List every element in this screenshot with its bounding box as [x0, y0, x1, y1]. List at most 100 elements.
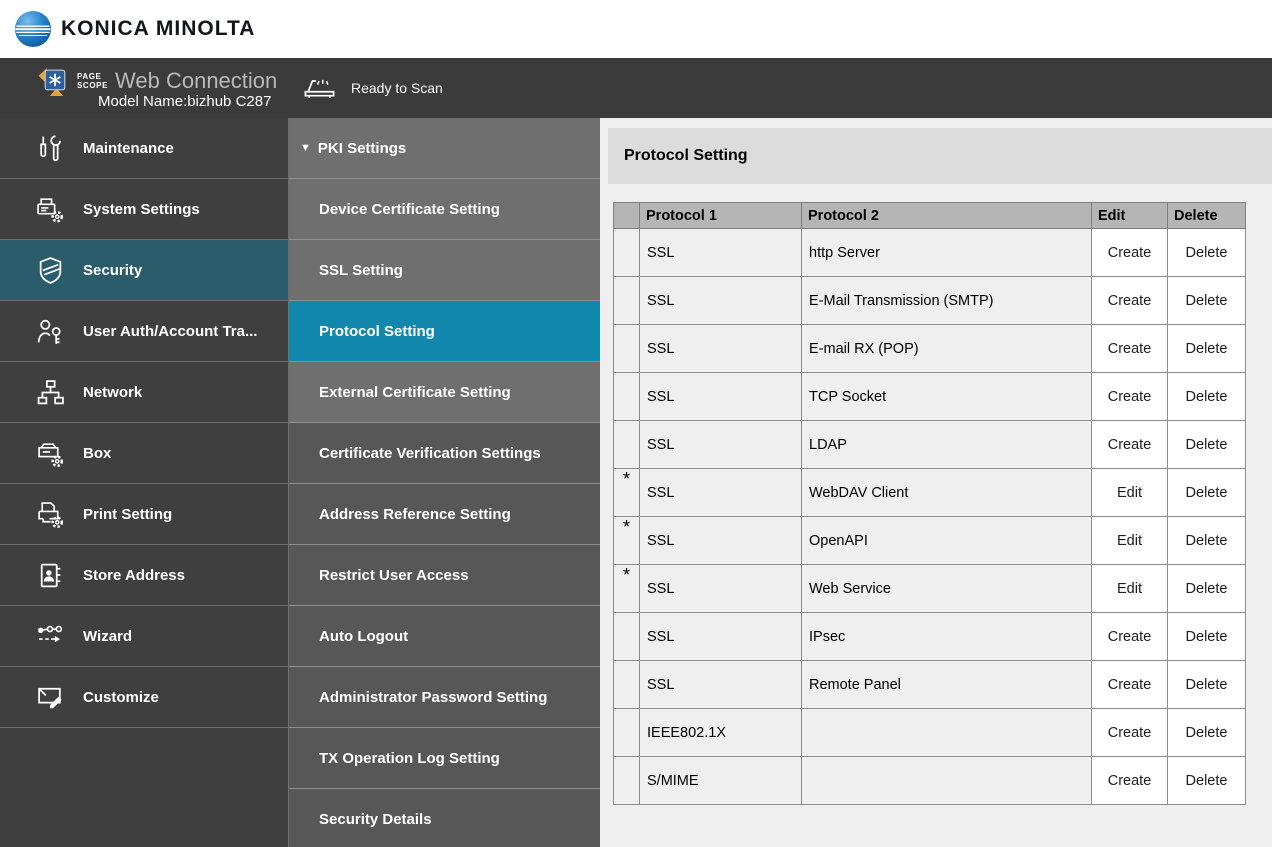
- sidebar-item-label: Print Setting: [83, 506, 172, 523]
- protocol2-cell: IPsec: [802, 613, 1092, 661]
- note-asterisk: [614, 229, 640, 277]
- sidebar: Maintenance System Settings SecurityUser A…: [0, 118, 288, 847]
- protocol2-cell: E-Mail Transmission (SMTP): [802, 277, 1092, 325]
- table-row: *SSLWebDAV ClientEditDelete: [614, 469, 1246, 517]
- submenu-item-certificate-verification-settings[interactable]: Certificate Verification Settings: [289, 423, 600, 484]
- note-asterisk: *: [614, 565, 640, 613]
- note-asterisk: [614, 277, 640, 325]
- delete-link[interactable]: Delete: [1168, 325, 1246, 373]
- wizard-steps-icon: [36, 622, 66, 651]
- create-link[interactable]: Create: [1092, 709, 1168, 757]
- submenu-item-protocol-setting[interactable]: Protocol Setting: [289, 301, 600, 362]
- customize-icon: [36, 683, 66, 712]
- address-book-icon: [36, 561, 66, 590]
- sidebar-item-label: Customize: [83, 689, 159, 706]
- sidebar-item-box[interactable]: Box: [0, 423, 288, 484]
- protocol2-cell: Web Service: [802, 565, 1092, 613]
- table-row: S/MIMECreateDelete: [614, 757, 1246, 805]
- column-header-protocol-2: Protocol 2: [802, 203, 1092, 229]
- submenu-item-auto-logout[interactable]: Auto Logout: [289, 606, 600, 667]
- note-asterisk: [614, 613, 640, 661]
- delete-link[interactable]: Delete: [1168, 373, 1246, 421]
- delete-link[interactable]: Delete: [1168, 421, 1246, 469]
- table-row: *SSLWeb ServiceEditDelete: [614, 565, 1246, 613]
- app-header: PAGE SCOPE Web Connection Model Name:biz…: [0, 58, 1272, 118]
- submenu-item-ssl-setting[interactable]: SSL Setting: [289, 240, 600, 301]
- protocol2-cell: LDAP: [802, 421, 1092, 469]
- protocol2-cell: [802, 757, 1092, 805]
- note-asterisk: [614, 709, 640, 757]
- sidebar-item-print-setting[interactable]: Print Setting: [0, 484, 288, 545]
- submenu-item-label: Certificate Verification Settings: [319, 445, 541, 462]
- note-asterisk: [614, 757, 640, 805]
- note-asterisk: *: [614, 469, 640, 517]
- protocol2-cell: E-mail RX (POP): [802, 325, 1092, 373]
- sidebar-item-label: Store Address: [83, 567, 185, 584]
- create-link[interactable]: Create: [1092, 613, 1168, 661]
- delete-link[interactable]: Delete: [1168, 613, 1246, 661]
- pagescope-wordmark: PAGE SCOPE: [77, 72, 108, 90]
- sidebar-item-system-settings[interactable]: System Settings: [0, 179, 288, 240]
- delete-link[interactable]: Delete: [1168, 517, 1246, 565]
- protocol2-cell: OpenAPI: [802, 517, 1092, 565]
- protocol1-cell: SSL: [640, 229, 802, 277]
- sidebar-item-label: Box: [83, 445, 111, 462]
- submenu-item-restrict-user-access[interactable]: Restrict User Access: [289, 545, 600, 606]
- sidebar-item-label: System Settings: [83, 201, 200, 218]
- sidebar-item-customize[interactable]: Customize: [0, 667, 288, 728]
- note-asterisk: [614, 661, 640, 709]
- model-name: Model Name:bizhub C287: [98, 93, 271, 110]
- create-link[interactable]: Create: [1092, 421, 1168, 469]
- submenu-item-security-details[interactable]: Security Details: [289, 789, 600, 847]
- create-link[interactable]: Create: [1092, 757, 1168, 805]
- protocol1-cell: SSL: [640, 373, 802, 421]
- create-link[interactable]: Create: [1092, 325, 1168, 373]
- submenu-item-label: SSL Setting: [319, 262, 403, 279]
- submenu-item-device-certificate-setting[interactable]: Device Certificate Setting: [289, 179, 600, 240]
- submenu-item-pki-settings[interactable]: ▼PKI Settings: [289, 118, 600, 179]
- submenu-item-label: Administrator Password Setting: [319, 689, 547, 706]
- protocol1-cell: SSL: [640, 325, 802, 373]
- submenu-item-tx-operation-log-setting[interactable]: TX Operation Log Setting: [289, 728, 600, 789]
- submenu-item-label: Restrict User Access: [319, 567, 469, 584]
- submenu-item-label: Security Details: [319, 811, 432, 828]
- table-row: SSLLDAPCreateDelete: [614, 421, 1246, 469]
- sidebar-item-network[interactable]: Network: [0, 362, 288, 423]
- sidebar-item-store-address[interactable]: Store Address: [0, 545, 288, 606]
- delete-link[interactable]: Delete: [1168, 229, 1246, 277]
- create-link[interactable]: Create: [1092, 277, 1168, 325]
- submenu-item-external-certificate-setting[interactable]: External Certificate Setting: [289, 362, 600, 423]
- maintenance-icon: [36, 134, 66, 163]
- protocol2-cell: TCP Socket: [802, 373, 1092, 421]
- sidebar-item-security[interactable]: Security: [0, 240, 288, 301]
- note-asterisk: *: [614, 517, 640, 565]
- edit-link[interactable]: Edit: [1092, 469, 1168, 517]
- edit-link[interactable]: Edit: [1092, 565, 1168, 613]
- delete-link[interactable]: Delete: [1168, 565, 1246, 613]
- table-header-row: Protocol 1Protocol 2EditDelete: [614, 203, 1246, 229]
- submenu-item-label: Auto Logout: [319, 628, 408, 645]
- delete-link[interactable]: Delete: [1168, 661, 1246, 709]
- create-link[interactable]: Create: [1092, 373, 1168, 421]
- sidebar-item-user-auth-account-tra[interactable]: User Auth/Account Tra...: [0, 301, 288, 362]
- delete-link[interactable]: Delete: [1168, 757, 1246, 805]
- sidebar-item-wizard[interactable]: Wizard: [0, 606, 288, 667]
- submenu-item-address-reference-setting[interactable]: Address Reference Setting: [289, 484, 600, 545]
- submenu-item-label: Device Certificate Setting: [319, 201, 500, 218]
- protocol-table: Protocol 1Protocol 2EditDelete SSLhttp S…: [613, 202, 1246, 805]
- delete-link[interactable]: Delete: [1168, 709, 1246, 757]
- create-link[interactable]: Create: [1092, 661, 1168, 709]
- network-icon: [36, 378, 66, 407]
- submenu-item-label: Protocol Setting: [319, 323, 435, 340]
- delete-link[interactable]: Delete: [1168, 469, 1246, 517]
- column-header-note: [614, 203, 640, 229]
- create-link[interactable]: Create: [1092, 229, 1168, 277]
- submenu-item-administrator-password-setting[interactable]: Administrator Password Setting: [289, 667, 600, 728]
- table-row: SSLTCP SocketCreateDelete: [614, 373, 1246, 421]
- protocol2-cell: [802, 709, 1092, 757]
- delete-link[interactable]: Delete: [1168, 277, 1246, 325]
- edit-link[interactable]: Edit: [1092, 517, 1168, 565]
- sidebar-item-maintenance[interactable]: Maintenance: [0, 118, 288, 179]
- protocol2-cell: http Server: [802, 229, 1092, 277]
- protocol1-cell: SSL: [640, 421, 802, 469]
